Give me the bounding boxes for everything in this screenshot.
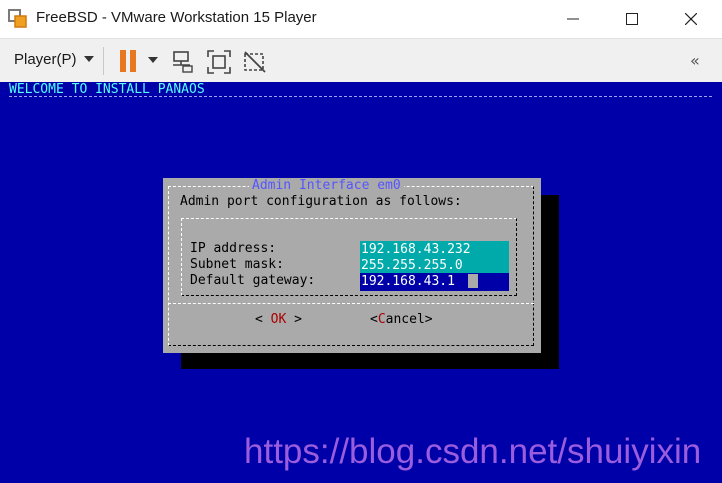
close-button[interactable] (668, 0, 714, 38)
vmware-player-icon (8, 9, 27, 28)
player-menu[interactable]: Player(P) (14, 51, 77, 68)
cancel-button[interactable]: <Cancel> (370, 312, 433, 327)
console-header: WELCOME TO INSTALL PANAOS (9, 82, 205, 97)
maximize-icon (626, 13, 638, 25)
cancel-hotkey: C (377, 312, 386, 327)
close-icon (685, 13, 697, 25)
ok-close-bracket: > (286, 312, 302, 327)
cancel-open-bracket: < (370, 312, 378, 327)
default-gateway-input[interactable] (360, 273, 509, 291)
ip-address-label: IP address: (190, 241, 277, 256)
collapse-icon[interactable]: « (690, 51, 700, 70)
send-ctrl-alt-del-icon[interactable] (170, 49, 196, 75)
text-cursor (468, 274, 478, 288)
dialog-message: Admin port configuration as follows: (180, 194, 462, 209)
admin-interface-dialog: Admin Interface em0 Admin port configura… (163, 178, 541, 353)
cancel-label: ancel (385, 312, 425, 327)
ok-open-bracket: < (255, 312, 271, 327)
pause-icon[interactable] (120, 50, 138, 72)
toolbar: Player(P) « (0, 38, 722, 83)
ok-button[interactable]: < OK > (255, 312, 302, 327)
button-divider (168, 303, 534, 304)
window-title: FreeBSD - VMware Workstation 15 Player (36, 9, 317, 26)
vm-console[interactable]: WELCOME TO INSTALL PANAOS Admin Interfac… (0, 82, 722, 483)
toolbar-divider (103, 47, 104, 75)
chevron-down-icon[interactable] (148, 57, 158, 63)
subnet-mask-label: Subnet mask: (190, 257, 284, 272)
watermark: https://blog.csdn.net/shuiyixin (244, 432, 702, 471)
title-bar[interactable]: FreeBSD - VMware Workstation 15 Player (0, 0, 722, 38)
fit-guest-icon[interactable] (206, 49, 232, 75)
maximize-button[interactable] (609, 0, 655, 38)
header-divider (9, 96, 712, 97)
chevron-down-icon[interactable] (84, 56, 94, 62)
default-gateway-label: Default gateway: (190, 273, 316, 288)
dialog-title: Admin Interface em0 (249, 178, 404, 193)
minimize-button[interactable] (550, 0, 596, 38)
minimize-icon (567, 18, 579, 20)
cancel-close-bracket: > (424, 312, 433, 327)
unity-icon[interactable] (242, 49, 268, 75)
